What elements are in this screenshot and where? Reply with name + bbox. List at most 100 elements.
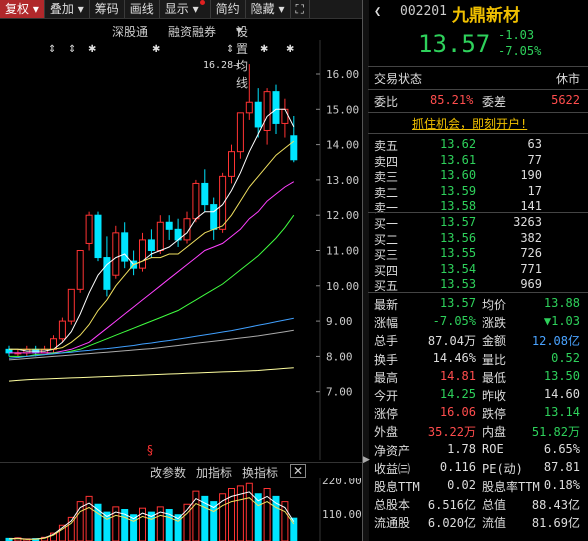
stock-name: 九鼎新材 <box>452 6 520 26</box>
stat-label: 换手 <box>374 352 399 367</box>
stat-label: 净资产 <box>374 443 411 458</box>
stat-label: 最高 <box>374 370 399 385</box>
stat-label: 最新 <box>374 298 399 312</box>
stat-label: 内盘 <box>482 425 507 440</box>
candle-up <box>76 250 84 290</box>
ma-long-line <box>8 367 294 382</box>
stat-value: -7.05% <box>432 314 476 329</box>
candle-up <box>58 320 66 340</box>
stat-label: 跌停 <box>482 407 507 422</box>
bid-volume: 3263 <box>513 215 542 229</box>
ask-price: 13.62 <box>440 137 477 151</box>
volume-chart[interactable]: 220.00 110.00 <box>0 478 362 541</box>
bid-volume: 726 <box>520 246 542 260</box>
order-ratio-row: 委比 85.21% 委差 5622 <box>374 93 580 109</box>
stat-label: 股息率TTM <box>482 480 540 494</box>
price-tick-label: 8.00 <box>326 350 353 363</box>
stat-label: 最低 <box>482 370 507 385</box>
candle-up <box>219 175 227 230</box>
simple-button[interactable]: 简约 <box>211 0 246 18</box>
close-icon[interactable]: ✕ <box>290 464 307 478</box>
stat-label: 涨停 <box>374 407 399 422</box>
peak-price-label: 16.28→ <box>203 60 239 71</box>
margin-link[interactable]: 融资融券 <box>168 23 216 40</box>
event-marker: ⇕ <box>226 44 234 55</box>
stat-row: 今开 14.25 昨收 14.60 <box>368 386 588 404</box>
ma-settings-link[interactable]: 设置均线 ▾ <box>236 23 248 90</box>
volume-tick-label: 220.00 <box>322 478 362 487</box>
fullscreen-icon[interactable]: ⛶ <box>291 0 310 18</box>
stat-row: 外盘 35.22万 内盘 51.82万 <box>368 422 588 440</box>
candle-up <box>228 151 235 177</box>
stat-value: 81.69亿 <box>531 516 580 531</box>
bid-price: 13.54 <box>440 261 477 276</box>
stat-label: 总值 <box>482 498 507 513</box>
bid-volume: 382 <box>520 230 542 245</box>
overlay-button[interactable]: 叠加 ▾ <box>45 0 90 18</box>
stat-label: 均价 <box>482 298 507 312</box>
stat-label: 总手 <box>374 334 399 349</box>
stat-value: 6.516亿 <box>427 498 476 513</box>
chips-button[interactable]: 筹码 <box>90 0 125 18</box>
stat-value: 0.52 <box>551 350 580 365</box>
stat-value: 0.116 <box>439 459 476 474</box>
candle-up <box>85 214 93 244</box>
candle-down <box>94 214 102 259</box>
stock-code: 002201 <box>400 4 447 19</box>
price-tick-label: 16.00 <box>326 68 359 81</box>
candle-up <box>263 91 271 131</box>
ask-volume: 190 <box>520 168 542 182</box>
stat-value: 1.78 <box>447 441 476 456</box>
stat-label: 总股本 <box>374 498 411 513</box>
display-button[interactable]: 显示 ▾ <box>160 0 211 18</box>
candle-up <box>139 239 146 269</box>
stat-value: 14.60 <box>543 387 580 401</box>
draw-line-button[interactable]: 画线 <box>125 0 160 18</box>
stat-value: 87.04万 <box>427 334 476 349</box>
stat-value: 0.18% <box>543 478 580 492</box>
promo-link[interactable]: 抓住机会，即刻开户! <box>368 114 588 132</box>
stat-row: 最高 14.81 最低 13.50 <box>368 368 588 386</box>
stat-label: 昨收 <box>482 389 507 403</box>
ask-price: 13.61 <box>440 152 477 167</box>
bid-price: 13.53 <box>440 277 477 291</box>
chart-subtoolbar: 深股通 融资融券 设置均线 ▾ <box>0 23 362 90</box>
price-tick-label: 9.00 <box>326 315 353 328</box>
candle-up <box>281 108 289 124</box>
hide-button[interactable]: 隐藏 ▾ <box>246 0 291 18</box>
ask-volume: 141 <box>520 199 542 213</box>
price-change-pct: -7.05% <box>498 44 542 58</box>
candle-down <box>5 348 13 354</box>
stat-label: 量比 <box>482 352 507 367</box>
ask-price: 13.59 <box>440 183 477 198</box>
ex-rights-marker: § <box>147 443 153 457</box>
back-icon[interactable]: ❮ <box>374 4 381 18</box>
stat-value: 35.22万 <box>427 425 476 440</box>
candle-down <box>290 135 298 161</box>
price-tick-label: 10.00 <box>326 280 359 293</box>
candle-up <box>156 221 164 251</box>
ask-volume: 17 <box>527 183 542 198</box>
bid-price: 13.57 <box>440 215 477 229</box>
price-tick-label: 12.00 <box>326 209 359 222</box>
quote-panel: ❮ 002201 九鼎新材 13.57 -1.03 -7.05% 交易状态 休市… <box>368 0 588 541</box>
candle-up <box>245 101 253 114</box>
restore-rights-button[interactable]: 复权 ▾ <box>0 0 45 18</box>
stat-value: ▼1.03 <box>543 314 580 329</box>
stat-value: 0.02 <box>447 478 476 492</box>
event-marker: ✱ <box>286 44 294 55</box>
candle-up <box>112 232 120 276</box>
candle-up <box>67 288 75 322</box>
price-tick-label: 14.00 <box>326 139 359 152</box>
candle-down <box>147 239 155 252</box>
stat-label: 金额 <box>482 334 507 349</box>
candle-down <box>254 101 262 128</box>
stat-value: 12.08亿 <box>531 334 580 349</box>
chart-toolbar: 复权 ▾ 叠加 ▾ 筹码 画线 显示 ▾ 简约 隐藏 ▾ ⛶ <box>0 0 362 19</box>
stat-row: 总股本 6.516亿 总值 88.43亿 <box>368 495 588 513</box>
stat-label: 流值 <box>482 516 507 531</box>
hk-connect-link[interactable]: 深股通 <box>112 23 148 40</box>
bid-price: 13.55 <box>440 246 477 260</box>
event-marker: ⇕ <box>48 44 56 55</box>
stat-label: 收益㈢ <box>374 461 411 476</box>
